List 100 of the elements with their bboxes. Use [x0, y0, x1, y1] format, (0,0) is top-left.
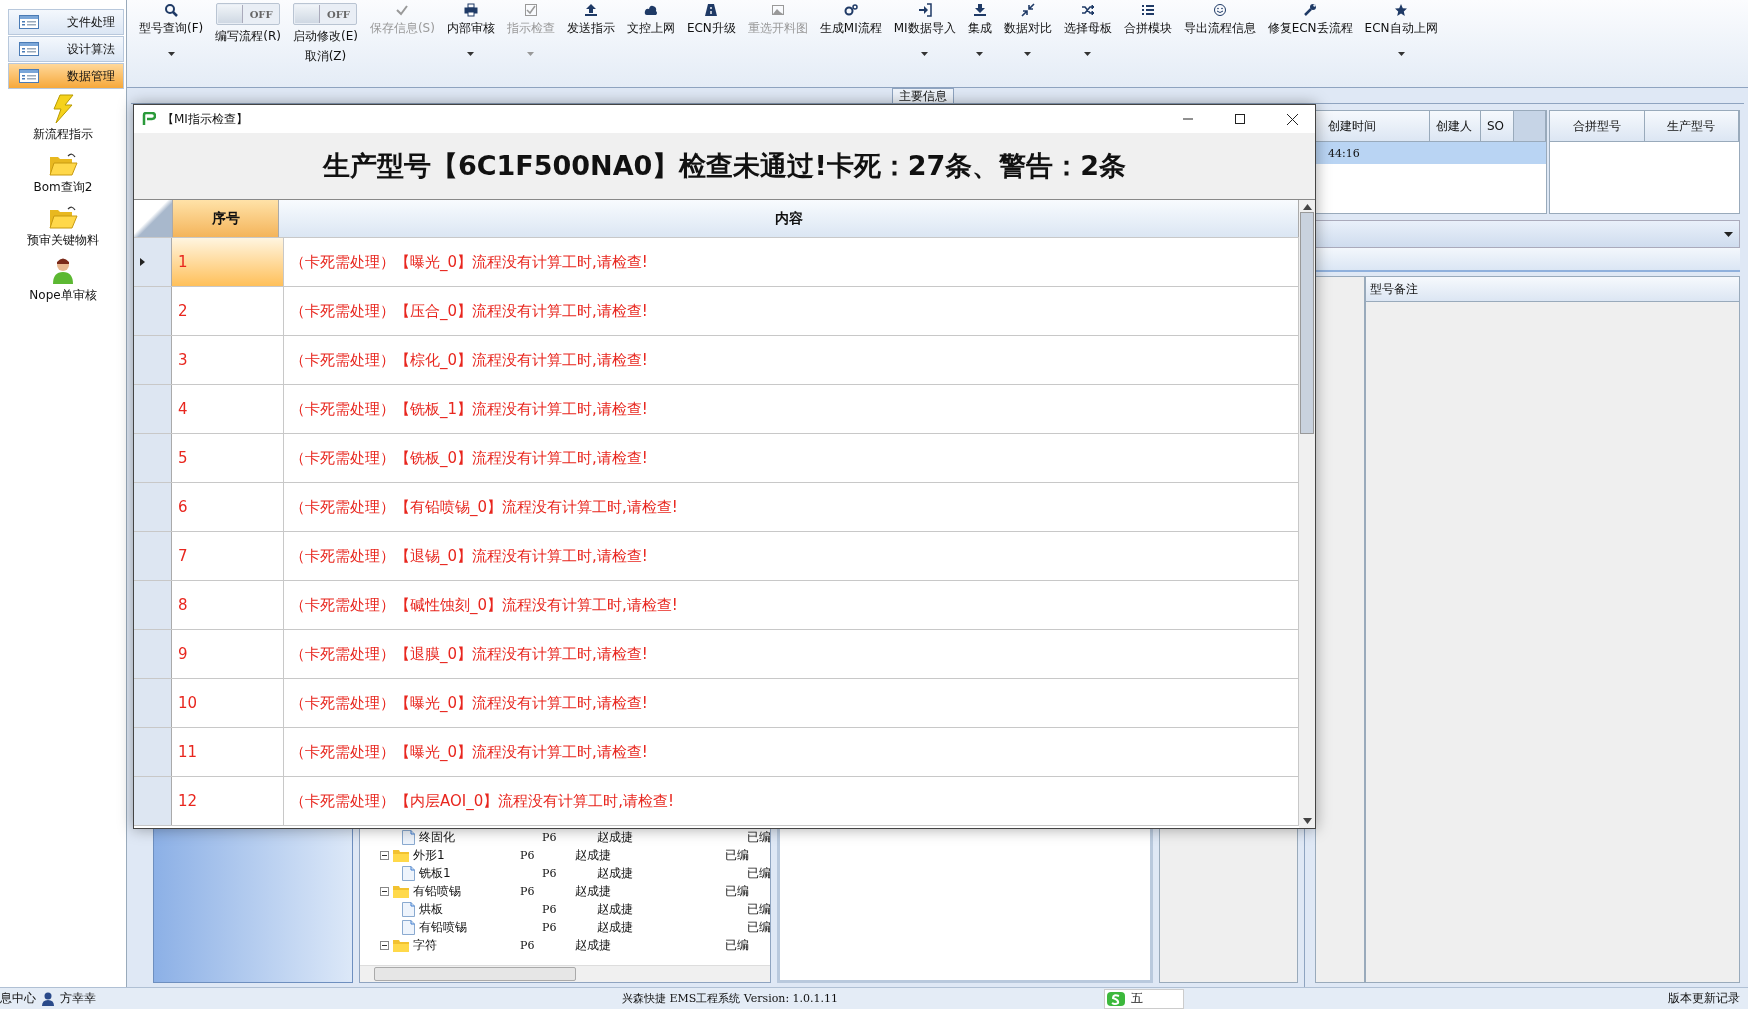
- tree-row[interactable]: 终固化 P6 赵成捷 已编: [360, 828, 770, 846]
- column-header[interactable]: 内容: [279, 200, 1299, 237]
- row-header[interactable]: [134, 581, 172, 629]
- collapse-icon[interactable]: [380, 940, 389, 950]
- lightning-icon: [51, 94, 75, 124]
- tree-row[interactable]: 有铅喷锡 P6 赵成捷 已编: [360, 882, 770, 900]
- row-header[interactable]: [134, 630, 172, 678]
- sidebar-item[interactable]: 文件处理: [8, 9, 124, 35]
- version-history-link[interactable]: 版本更新记录: [1668, 990, 1740, 1007]
- toolbar-button[interactable]: 型号查询(F): [133, 3, 210, 56]
- horizontal-scrollbar[interactable]: [360, 965, 770, 982]
- column-header[interactable]: 创建人: [1430, 111, 1481, 141]
- grid-row[interactable]: 4 （卡死需处理）【铣板_1】流程没有计算工时,请检查!: [134, 385, 1299, 434]
- grid-row[interactable]: 9 （卡死需处理）【退膜_0】流程没有计算工时,请检查!: [134, 630, 1299, 679]
- toolbar-button[interactable]: 集成: [961, 3, 998, 56]
- user-icon: [42, 991, 54, 1006]
- caret-icon: [1024, 52, 1032, 56]
- tree-row[interactable]: 铣板1 P6 赵成捷 已编: [360, 864, 770, 882]
- tree-row[interactable]: 有铅喷锡 P6 赵成捷 已编: [360, 918, 770, 936]
- row-header[interactable]: [134, 679, 172, 727]
- toolbar-button[interactable]: 修复ECN丢流程: [1261, 3, 1359, 37]
- sidebar-tool[interactable]: Nope单审核: [29, 257, 97, 304]
- scroll-down-icon[interactable]: [1302, 818, 1312, 824]
- collapse-icon[interactable]: [380, 886, 389, 896]
- tree-row[interactable]: 字符 P6 赵成捷 已编: [360, 936, 770, 954]
- document-icon: [402, 901, 415, 917]
- row-header[interactable]: [134, 777, 172, 825]
- toolbar-button[interactable]: 文控上网: [620, 3, 681, 37]
- row-header[interactable]: [134, 238, 172, 286]
- sidebar-item[interactable]: 数据管理: [8, 63, 124, 89]
- column-header[interactable]: 生产型号: [1644, 111, 1739, 141]
- row-header[interactable]: [134, 434, 172, 482]
- toolbar-button[interactable]: 内部审核: [440, 3, 501, 56]
- toolbar-button[interactable]: 生成MI流程: [813, 3, 888, 37]
- vertical-scrollbar[interactable]: [1299, 200, 1315, 828]
- grid-row[interactable]: 2 （卡死需处理）【压合_0】流程没有计算工时,请检查!: [134, 287, 1299, 336]
- table-cell: 9: [172, 630, 284, 678]
- grid-row[interactable]: 5 （卡死需处理）【铣板_0】流程没有计算工时,请检查!: [134, 434, 1299, 483]
- ime-mode: 五: [1131, 990, 1144, 1007]
- column-header[interactable]: 型号备注: [1366, 277, 1739, 302]
- select-all-corner[interactable]: [134, 200, 173, 237]
- table-cell-text: 赵成捷: [575, 936, 612, 954]
- close-icon: [1286, 113, 1298, 125]
- tool-label: Nope单审核: [29, 287, 97, 304]
- sidebar-item[interactable]: 设计算法: [8, 36, 124, 62]
- window-icon: [19, 15, 39, 29]
- grid-row[interactable]: 12 （卡死需处理）【内层AOI_0】流程没有计算工时,请检查!: [134, 777, 1299, 826]
- row-header[interactable]: [134, 532, 172, 580]
- collapse-icon[interactable]: [380, 850, 389, 860]
- toggle-switch[interactable]: OFF: [216, 3, 281, 25]
- grid-row[interactable]: 11 （卡死需处理）【曝光_0】流程没有计算工时,请检查!: [134, 728, 1299, 777]
- toolbar-button[interactable]: ECN升级: [680, 3, 742, 37]
- sidebar-tool[interactable]: 预审关键物料: [27, 204, 99, 249]
- toolbar-button[interactable]: 合拼模块: [1117, 3, 1178, 37]
- cloud-icon: [643, 3, 658, 17]
- toolbar-button[interactable]: ECN自动上网: [1358, 3, 1444, 56]
- sidebar-tool[interactable]: Bom查询2: [33, 151, 93, 196]
- sidebar-tool[interactable]: 新流程指示: [33, 94, 93, 143]
- toolbar-button[interactable]: MI数据导入: [887, 3, 962, 56]
- table-cell-text: P6: [542, 902, 558, 916]
- toolbar-button[interactable]: OFF 编写流程(R): [209, 3, 287, 45]
- tree-label: 烘板: [419, 900, 443, 918]
- gears-icon: [843, 3, 858, 17]
- grid-row[interactable]: 7 （卡死需处理）【退锡_0】流程没有计算工时,请检查!: [134, 532, 1299, 581]
- table-row[interactable]: 44:16: [1316, 142, 1546, 164]
- ime-toolbar[interactable]: 五: [1104, 988, 1185, 1009]
- table-cell: 已编: [747, 918, 770, 936]
- toolbar-button[interactable]: OFF 启动修改(E) 取消(Z): [286, 3, 364, 65]
- toolbar-button[interactable]: 数据对比: [997, 3, 1058, 56]
- toggle-switch[interactable]: OFF: [293, 3, 358, 25]
- table-cell-text: 赵成捷: [597, 828, 634, 846]
- toolbar-button[interactable]: 发送指示: [560, 3, 621, 37]
- row-header[interactable]: [134, 728, 172, 776]
- download-icon: [972, 3, 987, 17]
- column-header[interactable]: 序号: [173, 200, 279, 237]
- toolbar-button[interactable]: 选择母板: [1057, 3, 1118, 56]
- document-icon: [402, 919, 415, 935]
- row-header[interactable]: [134, 385, 172, 433]
- table-cell: 8: [172, 581, 284, 629]
- tree-row[interactable]: 烘板 P6 赵成捷 已编: [360, 900, 770, 918]
- grid-row[interactable]: 3 （卡死需处理）【棕化_0】流程没有计算工时,请检查!: [134, 336, 1299, 385]
- table-cell-text: 已编: [725, 882, 750, 900]
- grid-row[interactable]: 8 （卡死需处理）【碱性蚀刻_0】流程没有计算工时,请检查!: [134, 581, 1299, 630]
- scroll-up-icon[interactable]: [1302, 204, 1312, 210]
- folder-icon: [48, 151, 78, 177]
- table-cell-text: 已编: [725, 846, 750, 864]
- column-header[interactable]: 合拼型号: [1550, 111, 1645, 141]
- row-header[interactable]: [134, 287, 172, 335]
- table-cell-text: 赵成捷: [597, 864, 634, 882]
- image-icon: [770, 3, 785, 17]
- grid-row[interactable]: 6 （卡死需处理）【有铅喷锡_0】流程没有计算工时,请检查!: [134, 483, 1299, 532]
- section-tab[interactable]: 主要信息: [891, 88, 954, 103]
- toolbar-button[interactable]: 导出流程信息: [1177, 3, 1262, 37]
- grid-row[interactable]: 1 （卡死需处理）【曝光_0】流程没有计算工时,请检查!: [134, 238, 1299, 287]
- row-header[interactable]: [134, 336, 172, 384]
- maximize-icon: [1235, 114, 1245, 124]
- grid-row[interactable]: 10 （卡死需处理）【曝光_0】流程没有计算工时,请检查!: [134, 679, 1299, 728]
- collapsed-panel-bar[interactable]: [1315, 220, 1740, 248]
- row-header[interactable]: [134, 483, 172, 531]
- tree-row[interactable]: 外形1 P6 赵成捷 已编: [360, 846, 770, 864]
